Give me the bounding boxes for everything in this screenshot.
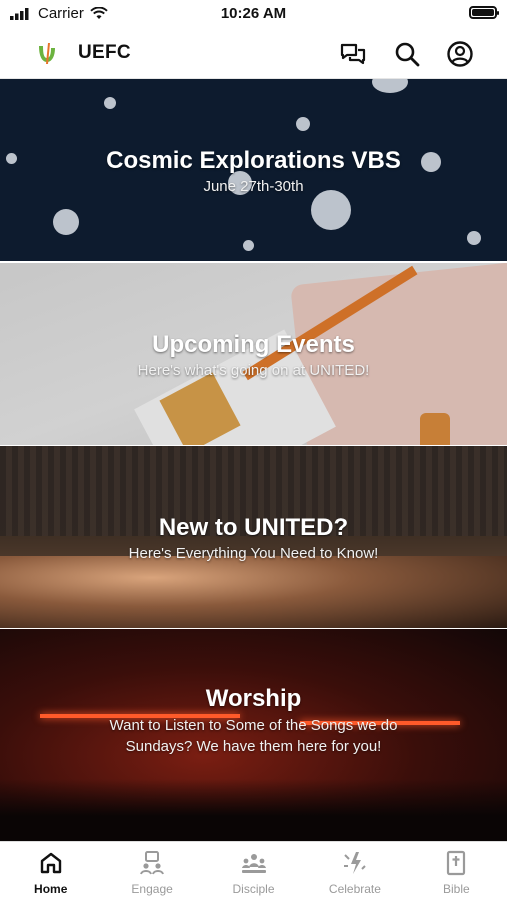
banner-subtitle-line2: Sundays? We have them here for you! xyxy=(125,738,382,755)
crowd-graphic xyxy=(0,556,507,628)
messages-button[interactable] xyxy=(339,40,367,68)
star-dot xyxy=(296,117,310,131)
engage-icon xyxy=(140,851,165,875)
home-icon xyxy=(40,852,61,874)
tab-label: Home xyxy=(34,882,68,896)
star-dot xyxy=(243,240,254,251)
tab-bible[interactable]: Bible xyxy=(406,842,507,901)
banner-title: Cosmic Explorations VBS xyxy=(106,147,401,174)
account-icon xyxy=(447,41,473,67)
star-dot xyxy=(311,190,351,230)
banner-vbs[interactable]: Cosmic Explorations VBS June 27th-30th xyxy=(0,79,507,261)
profile-button[interactable] xyxy=(446,40,474,68)
banner-subtitle-line1: Want to Listen to Some of the Songs we d… xyxy=(109,717,398,734)
banner-title: Upcoming Events xyxy=(152,331,355,358)
tab-engage[interactable]: Engage xyxy=(101,842,202,901)
banner-new-to-united[interactable]: New to UNITED? Here's Everything You Nee… xyxy=(0,446,507,628)
star-dot xyxy=(53,209,79,235)
tab-home[interactable]: Home xyxy=(0,842,101,901)
tab-label: Celebrate xyxy=(328,882,381,896)
bottom-tab-bar: Home Engage Disciple Celebrate Bible xyxy=(0,841,507,901)
banner-subtitle: Here's what's going on at UNITED! xyxy=(137,362,370,379)
app-header: UEFC xyxy=(0,28,507,79)
star-dot xyxy=(104,97,116,109)
banner-upcoming-events[interactable]: Upcoming Events Here's what's going on a… xyxy=(0,263,507,445)
banner-subtitle: Here's Everything You Need to Know! xyxy=(128,545,379,562)
tab-label: Disciple xyxy=(232,882,275,896)
crowd-silhouette-graphic xyxy=(0,779,507,841)
status-time: 10:26 AM xyxy=(220,5,287,22)
star-dot xyxy=(372,79,408,93)
tab-disciple[interactable]: Disciple xyxy=(203,842,304,901)
banner-subtitle: June 27th-30th xyxy=(203,178,304,195)
search-icon xyxy=(395,42,420,67)
tab-label: Bible xyxy=(442,882,470,896)
banner-title: Worship xyxy=(205,685,302,712)
tab-celebrate[interactable]: Celebrate xyxy=(304,842,405,901)
search-button[interactable] xyxy=(393,40,421,68)
app-logo-icon xyxy=(39,43,55,64)
tab-label: Engage xyxy=(131,882,173,896)
brand-title: UEFC xyxy=(78,42,131,63)
star-dot xyxy=(467,231,481,245)
celebrate-icon xyxy=(343,852,366,874)
battery-icon xyxy=(469,6,499,19)
banner-worship[interactable]: Worship Want to Listen to Some of the So… xyxy=(0,629,507,841)
banner-title: New to UNITED? xyxy=(158,514,349,541)
bible-icon xyxy=(447,850,466,876)
disciple-icon xyxy=(241,854,266,873)
chat-bubbles-icon xyxy=(340,43,366,65)
status-bar: Carrier 10:26 AM xyxy=(0,0,507,28)
